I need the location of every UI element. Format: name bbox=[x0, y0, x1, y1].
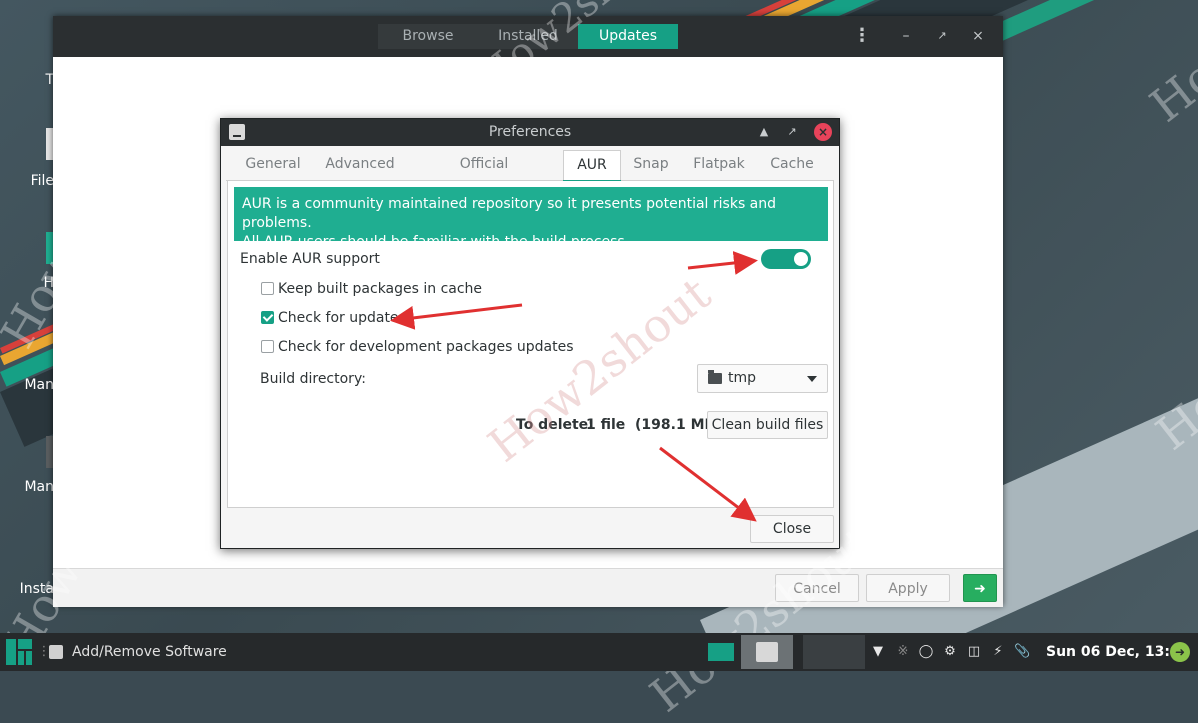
settings-icon[interactable]: ⚙ bbox=[942, 644, 958, 660]
tab-official-repositories[interactable]: Official Repositories bbox=[416, 150, 552, 200]
clock[interactable]: Sun 06 Dec, 13:02 bbox=[1046, 633, 1189, 671]
manjaro-menu-icon[interactable] bbox=[6, 639, 32, 665]
aur-settings-panel: AUR is a community maintained repository… bbox=[227, 181, 834, 508]
tab-cache[interactable]: Cache bbox=[762, 150, 822, 178]
info-line-1: AUR is a community maintained repository… bbox=[242, 196, 777, 231]
view-switcher: Browse Installed Updates bbox=[378, 24, 678, 49]
folder-icon bbox=[708, 370, 722, 384]
paperclip-icon[interactable]: 📎 bbox=[1014, 644, 1030, 660]
clean-build-files-button[interactable]: Clean build files bbox=[707, 411, 828, 439]
taskbar-active-window[interactable] bbox=[741, 635, 793, 669]
tab-installed[interactable]: Installed bbox=[478, 24, 578, 49]
to-delete-value: 1 file (198.1 MB) bbox=[586, 417, 722, 433]
desktop-icon-label[interactable]: Man bbox=[0, 377, 60, 393]
tab-browse[interactable]: Browse bbox=[378, 24, 478, 49]
build-directory-label: Build directory: bbox=[260, 371, 366, 387]
check-dev-updates-checkbox[interactable] bbox=[261, 340, 274, 353]
app-header-bar: Browse Installed Updates ⋮ – ↗ ⨯ bbox=[53, 16, 1003, 57]
workspace-switcher[interactable] bbox=[803, 635, 865, 669]
preferences-tabs: General Advanced Official Repositories A… bbox=[226, 150, 834, 200]
tab-snap[interactable]: Snap bbox=[626, 150, 676, 178]
check-updates-label: Check for updates bbox=[278, 310, 406, 326]
power-icon[interactable]: ⚡ bbox=[990, 644, 1006, 660]
eject-icon[interactable]: ▲ bbox=[755, 123, 773, 141]
tab-general[interactable]: General bbox=[238, 150, 308, 178]
network-icon[interactable]: ▼ bbox=[870, 644, 886, 660]
tab-updates[interactable]: Updates bbox=[578, 24, 678, 49]
preferences-dialog: Preferences ▲ ↗ × General Advanced Offic… bbox=[220, 118, 840, 549]
build-directory-select[interactable]: tmp bbox=[697, 364, 828, 393]
tab-advanced[interactable]: Advanced bbox=[320, 150, 400, 178]
dialog-close-icon[interactable]: × bbox=[814, 123, 832, 141]
restore-icon[interactable]: ↗ bbox=[783, 123, 801, 141]
enable-aur-label: Enable AUR support bbox=[240, 251, 380, 267]
maximize-icon[interactable]: ↗ bbox=[932, 26, 952, 46]
screen-teal-icon[interactable] bbox=[708, 643, 734, 661]
check-updates-checkbox[interactable] bbox=[261, 311, 274, 324]
info-line-2: All AUR users should be familiar with th… bbox=[242, 234, 630, 250]
check-dev-updates-label: Check for development packages updates bbox=[278, 339, 574, 355]
screen-icon[interactable]: ◫ bbox=[966, 644, 982, 660]
bluetooth-icon[interactable]: ※ bbox=[895, 644, 911, 660]
dialog-titlebar: Preferences ▲ ↗ × bbox=[221, 119, 839, 146]
apply-button[interactable]: Apply bbox=[866, 574, 950, 602]
app-footer-bar: Cancel Apply ➜ bbox=[53, 568, 1003, 607]
enable-aur-switch[interactable] bbox=[761, 249, 811, 269]
taskbar-app-icon bbox=[49, 645, 63, 659]
desktop-icon-label[interactable]: File bbox=[0, 173, 60, 189]
keep-packages-label: Keep built packages in cache bbox=[278, 281, 483, 297]
arrow-right-icon[interactable]: ➜ bbox=[963, 574, 997, 602]
close-button[interactable]: Close bbox=[750, 515, 834, 543]
switch-knob bbox=[794, 252, 808, 266]
to-delete-label: To delete: bbox=[516, 417, 594, 433]
desktop-icon-label[interactable]: Man bbox=[0, 479, 60, 495]
taskbar: ⋮ Add/Remove Software ▼ ※ ◯ ⚙ ◫ ⚡ 📎 Sun … bbox=[0, 633, 1198, 671]
keep-packages-checkbox[interactable] bbox=[261, 282, 274, 295]
dialog-title: Preferences bbox=[488, 124, 572, 140]
cancel-button[interactable]: Cancel bbox=[775, 574, 859, 602]
kebab-menu-icon[interactable]: ⋮ bbox=[852, 26, 872, 46]
aur-info-banner: AUR is a community maintained repository… bbox=[234, 187, 828, 250]
minimize-icon[interactable]: – bbox=[896, 26, 916, 46]
chevron-down-icon bbox=[807, 376, 817, 382]
desktop-icon-label[interactable]: T bbox=[0, 72, 60, 88]
desktop-icon-label[interactable]: H bbox=[0, 275, 60, 291]
tab-aur[interactable]: AUR bbox=[563, 150, 621, 183]
shield-icon[interactable]: ◯ bbox=[918, 644, 934, 660]
logout-icon[interactable]: ➜ bbox=[1170, 642, 1190, 662]
build-directory-value: tmp bbox=[728, 370, 757, 386]
desktop-icon-label[interactable]: Insta bbox=[0, 581, 60, 597]
tab-flatpak[interactable]: Flatpak bbox=[686, 150, 752, 178]
taskbar-window-title[interactable]: Add/Remove Software bbox=[72, 633, 227, 671]
close-icon[interactable]: ⨯ bbox=[968, 26, 988, 46]
